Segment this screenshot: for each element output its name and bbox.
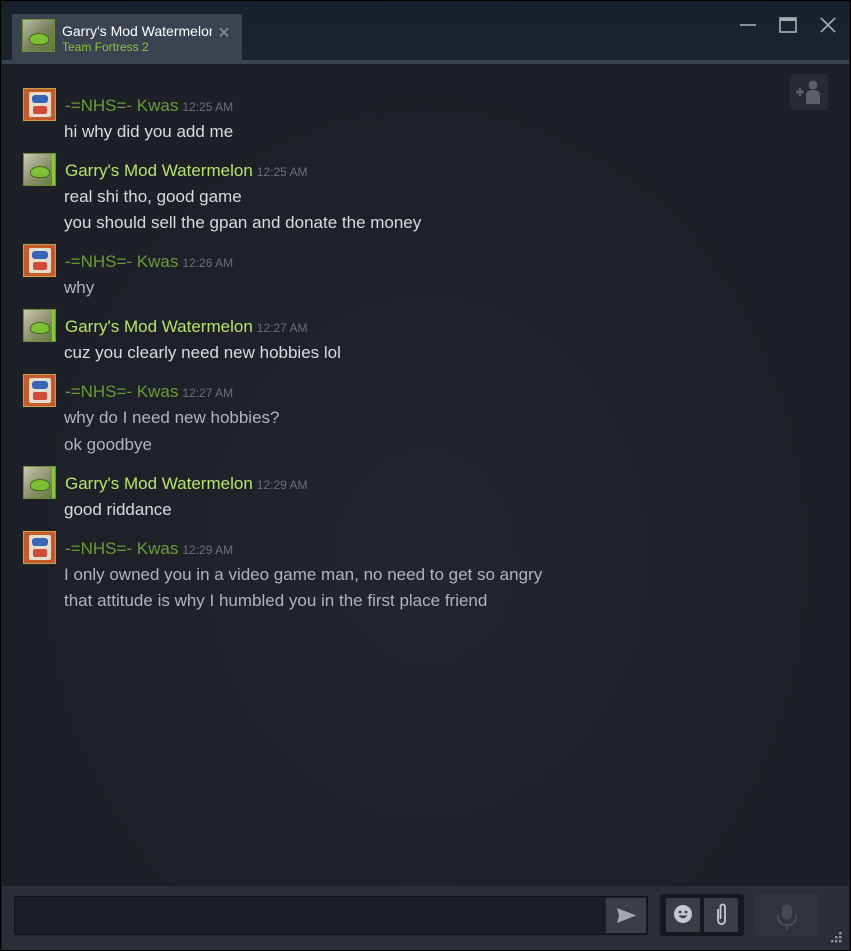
timestamp: 12:25 AM (182, 100, 234, 114)
send-icon[interactable] (606, 898, 646, 933)
voice-chat-icon[interactable] (755, 894, 819, 936)
message-input[interactable] (14, 896, 648, 935)
tab-title: Garry's Mod Watermelon (62, 23, 212, 39)
minimize-icon[interactable] (737, 14, 759, 36)
message-line: good riddance (64, 500, 172, 519)
input-bar (2, 886, 849, 950)
emoji-icon[interactable] (666, 898, 700, 932)
sender-name: -=NHS=- Kwas 12:29 AM (65, 539, 234, 558)
avatar[interactable] (23, 531, 56, 564)
message-line: why (64, 278, 95, 297)
timestamp: 12:29 AM (256, 478, 308, 492)
title-bar: Garry's Mod Watermelon Team Fortress 2 ✕ (2, 2, 849, 61)
timestamp: 12:27 AM (182, 386, 234, 400)
avatar[interactable] (23, 244, 56, 277)
timestamp: 12:26 AM (182, 256, 234, 270)
avatar[interactable] (23, 153, 56, 186)
avatar[interactable] (23, 309, 56, 342)
message-line: hi why did you add me (64, 122, 234, 141)
sender-name: -=NHS=- Kwas 12:27 AM (65, 382, 234, 401)
tab-subtitle: Team Fortress 2 (62, 40, 149, 54)
sender-name: Garry's Mod Watermelon 12:29 AM (65, 474, 308, 493)
message-line: I only owned you in a video game man, no… (64, 565, 543, 584)
timestamp: 12:29 AM (182, 543, 234, 557)
tab-avatar (22, 19, 55, 52)
close-icon[interactable] (817, 14, 839, 36)
timestamp: 12:27 AM (256, 321, 308, 335)
timestamp: 12:25 AM (256, 165, 308, 179)
sender-name: Garry's Mod Watermelon 12:25 AM (65, 161, 308, 180)
message-line: real shi tho, good game (64, 187, 242, 206)
chat-history[interactable]: -=NHS=- Kwas 12:25 AM hi why did you add … (7, 64, 846, 886)
tab-close-icon[interactable]: ✕ (217, 26, 231, 42)
chat-window: Garry's Mod Watermelon Team Fortress 2 ✕ (0, 0, 851, 951)
sender-name: Garry's Mod Watermelon 12:27 AM (65, 317, 308, 336)
message-line: why do I need new hobbies? (64, 408, 280, 427)
avatar[interactable] (23, 374, 56, 407)
avatar[interactable] (23, 88, 56, 121)
attach-icon[interactable] (704, 898, 738, 932)
maximize-icon[interactable] (777, 14, 799, 36)
avatar[interactable] (23, 466, 56, 499)
resize-grip-icon[interactable] (827, 928, 843, 944)
message-line: cuz you clearly need new hobbies lol (64, 343, 341, 362)
message-line: that attitude is why I humbled you in th… (64, 591, 488, 610)
chat-tab[interactable]: Garry's Mod Watermelon Team Fortress 2 ✕ (12, 14, 242, 61)
message-line: you should sell the gpan and donate the … (64, 213, 422, 232)
add-friend-icon[interactable] (790, 74, 828, 110)
sender-name: -=NHS=- Kwas 12:26 AM (65, 252, 234, 271)
message-line: ok goodbye (64, 435, 152, 454)
sender-name: -=NHS=- Kwas 12:25 AM (65, 96, 234, 115)
